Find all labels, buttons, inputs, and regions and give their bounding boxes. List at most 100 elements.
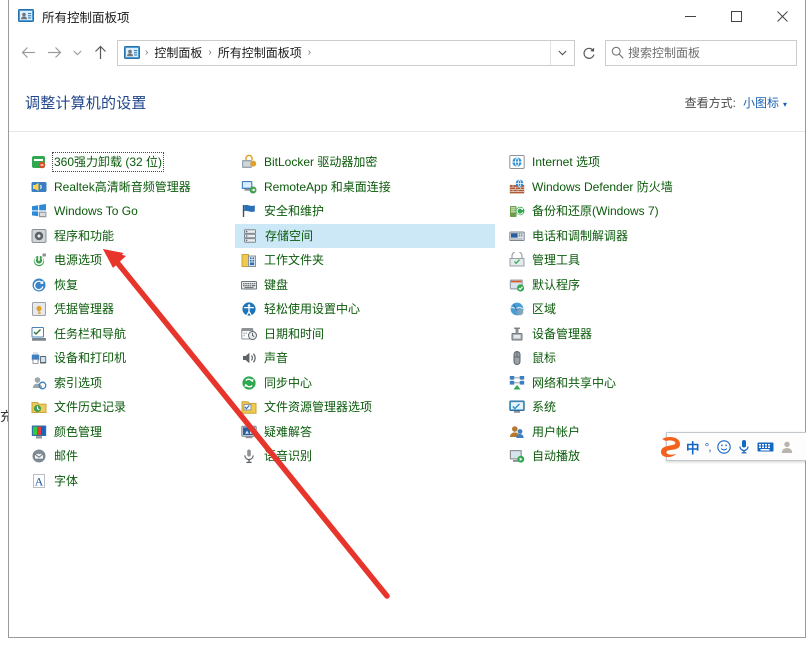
control-panel-item-label: 工作文件夹 xyxy=(264,252,324,268)
control-panel-item-label: Windows To Go xyxy=(54,203,138,219)
search-box[interactable]: 搜索控制面板 xyxy=(605,40,797,66)
control-panel-item-label: 区域 xyxy=(532,301,556,317)
control-panel-item[interactable]: 默认程序 xyxy=(503,273,783,298)
autoplay-icon xyxy=(509,448,525,464)
view-by-value[interactable]: 小图标 xyxy=(743,94,779,111)
control-panel-item[interactable]: 同步中心 xyxy=(235,371,495,396)
keyboard-icon[interactable] xyxy=(754,433,777,460)
smiley-icon[interactable] xyxy=(714,433,734,460)
control-panel-item[interactable]: 文件历史记录 xyxy=(25,395,235,420)
control-panel-item-label: 程序和功能 xyxy=(54,228,114,244)
control-panel-item[interactable]: Internet 选项 xyxy=(503,150,783,175)
title-bar[interactable]: 所有控制面板项 xyxy=(9,0,805,32)
sogou-logo-icon[interactable] xyxy=(658,433,684,460)
troubleshooting-icon xyxy=(241,424,257,440)
control-panel-item[interactable]: 设备和打印机 xyxy=(25,346,235,371)
control-panel-item[interactable]: 工作文件夹 xyxy=(235,248,495,273)
view-by-control[interactable]: 查看方式: 小图标 ▾ xyxy=(685,94,787,111)
control-panel-item[interactable]: 备份和还原(Windows 7) xyxy=(503,199,783,224)
control-panel-item[interactable]: 日期和时间 xyxy=(235,322,495,347)
chevron-down-icon[interactable] xyxy=(550,41,574,65)
control-panel-item[interactable]: 安全和维护 xyxy=(235,199,495,224)
control-panel-item[interactable]: 电话和调制解调器 xyxy=(503,224,783,249)
punctuation-toggle[interactable]: °, xyxy=(702,433,714,460)
control-panel-item[interactable]: BitLocker 驱动器加密 xyxy=(235,150,495,175)
control-panel-item[interactable]: 文件资源管理器选项 xyxy=(235,395,495,420)
maximize-button[interactable] xyxy=(713,0,759,32)
fonts-icon: A xyxy=(31,473,47,489)
control-panel-item-label: 鼠标 xyxy=(532,350,556,366)
close-button[interactable] xyxy=(759,0,805,32)
control-panel-item-label: 键盘 xyxy=(264,277,288,293)
power-options-icon xyxy=(31,252,47,268)
control-panel-item-label: 疑难解答 xyxy=(264,424,312,440)
control-panel-item-label: 索引选项 xyxy=(54,375,102,391)
control-panel-item[interactable]: 程序和功能 xyxy=(25,224,235,249)
search-input[interactable]: 搜索控制面板 xyxy=(628,44,700,61)
control-panel-item[interactable]: 声音 xyxy=(235,346,495,371)
control-panel-item[interactable]: 电源选项 xyxy=(25,248,235,273)
microphone-icon[interactable] xyxy=(734,433,754,460)
control-panel-item[interactable]: Windows Defender 防火墙 xyxy=(503,175,783,200)
content-header: 调整计算机的设置 查看方式: 小图标 ▾ xyxy=(9,74,805,132)
control-panel-item[interactable]: 鼠标 xyxy=(503,346,783,371)
control-panel-item[interactable]: 键盘 xyxy=(235,273,495,298)
windows-to-go-icon xyxy=(31,203,47,219)
file-history-icon xyxy=(31,399,47,415)
administrative-tools-icon xyxy=(509,252,525,268)
control-panel-item-label: 系统 xyxy=(532,399,556,415)
mouse-icon xyxy=(509,350,525,366)
control-panel-item[interactable]: 疑难解答 xyxy=(235,420,495,445)
input-mode-chinese[interactable]: 中 xyxy=(684,433,702,460)
device-manager-icon xyxy=(509,326,525,342)
control-panel-item[interactable]: 设备管理器 xyxy=(503,322,783,347)
control-panel-item-label: 颜色管理 xyxy=(54,424,102,440)
control-panel-item-label: Windows Defender 防火墙 xyxy=(532,179,673,195)
control-panel-item[interactable]: RemoteApp 和桌面连接 xyxy=(235,175,495,200)
view-by-label: 查看方式: xyxy=(685,94,736,111)
control-panel-item-label: 凭据管理器 xyxy=(54,301,114,317)
address-bar: › 控制面板 › 所有控制面板项 › 搜索控制 xyxy=(9,32,805,73)
control-panel-item[interactable]: 系统 xyxy=(503,395,783,420)
keyboard-icon xyxy=(241,277,257,293)
date-time-icon xyxy=(241,326,257,342)
control-panel-item[interactable]: 索引选项 xyxy=(25,371,235,396)
control-panel-item-label: 文件历史记录 xyxy=(54,399,126,415)
forward-button[interactable] xyxy=(41,40,67,66)
sogou-ime-toolbar[interactable]: 中 °, xyxy=(666,432,806,461)
recent-locations-button[interactable] xyxy=(67,40,87,66)
mail-icon xyxy=(31,448,47,464)
control-panel-item[interactable]: 存储空间 xyxy=(235,224,495,249)
control-panel-item[interactable]: 凭据管理器 xyxy=(25,297,235,322)
breadcrumb-all-items[interactable]: 所有控制面板项 xyxy=(213,41,307,65)
user-icon[interactable] xyxy=(777,433,797,460)
items-column-2: BitLocker 驱动器加密RemoteApp 和桌面连接安全和维护存储空间工… xyxy=(235,150,495,637)
control-panel-item[interactable]: 语音识别 xyxy=(235,444,495,469)
control-panel-item[interactable]: 网络和共享中心 xyxy=(503,371,783,396)
control-panel-item-label: 同步中心 xyxy=(264,375,312,391)
control-panel-item[interactable]: 恢复 xyxy=(25,273,235,298)
refresh-button[interactable] xyxy=(576,40,602,66)
control-panel-item[interactable]: 任务栏和导航 xyxy=(25,322,235,347)
control-panel-item[interactable]: Realtek高清晰音频管理器 xyxy=(25,175,235,200)
control-panel-item-label: 字体 xyxy=(54,473,78,489)
breadcrumb-control-panel[interactable]: 控制面板 xyxy=(149,41,207,65)
control-panel-item[interactable]: 360强力卸载 (32 位) xyxy=(25,150,235,175)
control-panel-item[interactable]: Windows To Go xyxy=(25,199,235,224)
up-button[interactable] xyxy=(87,40,113,66)
control-panel-item[interactable]: 颜色管理 xyxy=(25,420,235,445)
breadcrumb-separator[interactable]: › xyxy=(307,41,312,65)
control-panel-item[interactable]: 轻松使用设置中心 xyxy=(235,297,495,322)
control-panel-item[interactable]: 邮件 xyxy=(25,444,235,469)
control-panel-item[interactable]: 区域 xyxy=(503,297,783,322)
360-uninstall-icon xyxy=(31,154,47,170)
chevron-down-icon[interactable]: ▾ xyxy=(783,100,787,109)
breadcrumb-bar[interactable]: › 控制面板 › 所有控制面板项 › xyxy=(117,40,575,66)
control-panel-item-label: 360强力卸载 (32 位) xyxy=(54,154,162,170)
control-panel-item[interactable]: 管理工具 xyxy=(503,248,783,273)
control-panel-item[interactable]: A 字体 xyxy=(25,469,235,494)
minimize-button[interactable] xyxy=(667,0,713,32)
taskbar-navigation-icon xyxy=(31,326,47,342)
back-button[interactable] xyxy=(15,40,41,66)
page-title: 调整计算机的设置 xyxy=(25,92,147,113)
